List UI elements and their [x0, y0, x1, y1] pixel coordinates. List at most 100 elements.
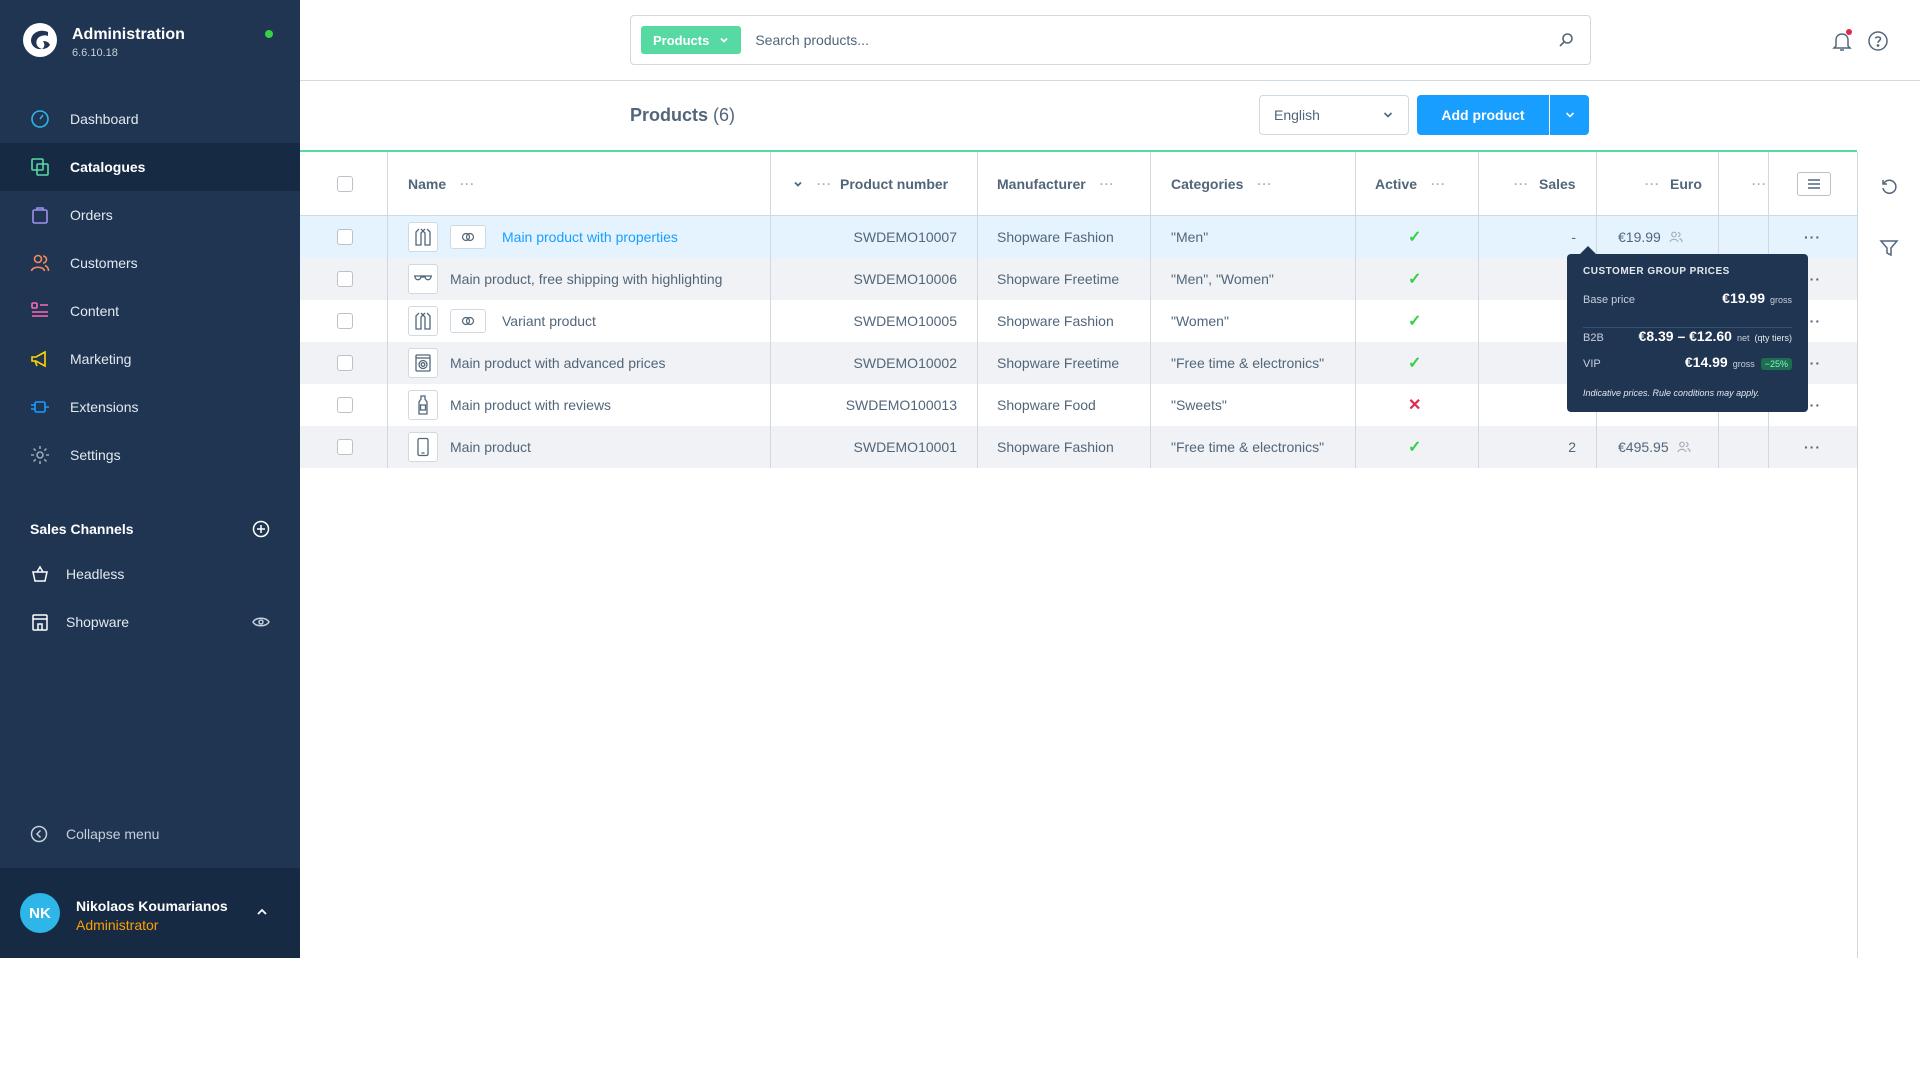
search-input[interactable] [755, 32, 1546, 48]
column-header-product-number[interactable]: ··· Product number [793, 152, 948, 216]
bottle-icon [413, 395, 433, 415]
sidebar-item-label: Marketing [70, 351, 132, 367]
table-row[interactable]: Main product SWDEMO10001 Shopware Fashion "… [300, 426, 1857, 468]
active-cell: ✓ [1408, 258, 1421, 300]
row-actions-menu-icon[interactable]: ··· [1804, 229, 1821, 245]
column-header-sales[interactable]: ··· Sales [1514, 152, 1576, 216]
chevron-down-icon [720, 37, 728, 43]
row-checkbox[interactable] [337, 439, 353, 455]
row-checkbox[interactable] [337, 397, 353, 413]
language-select[interactable]: English [1259, 95, 1409, 135]
sales-channel-shopware[interactable]: Shopware [30, 612, 270, 632]
tooltip-unit: gross [1769, 295, 1792, 305]
sales-channel-headless[interactable]: Headless [30, 564, 270, 584]
column-title: Categories [1171, 176, 1244, 192]
column-settings-button[interactable] [1797, 172, 1831, 196]
add-product-menu-button[interactable] [1550, 95, 1589, 135]
customer-group-price-icon[interactable] [1677, 441, 1691, 453]
sidebar-item-dashboard[interactable]: Dashboard [0, 95, 300, 143]
online-status-indicator [265, 30, 273, 38]
refresh-icon[interactable] [1879, 176, 1899, 196]
jacket-icon [413, 227, 433, 247]
sidebar-item-catalogues[interactable]: Catalogues [0, 143, 300, 191]
tooltip-label: VIP [1583, 358, 1601, 370]
filter-icon[interactable] [1879, 238, 1899, 258]
categories: "Men" [1171, 229, 1209, 245]
column-menu-icon[interactable]: ··· [1514, 177, 1529, 191]
customer-group-price-icon[interactable] [1669, 231, 1683, 243]
column-header-manufacturer[interactable]: Manufacturer ··· [997, 152, 1115, 216]
sunglasses-icon [413, 269, 433, 289]
variant-link-icon [461, 232, 475, 242]
manufacturer: Shopware Fashion [997, 229, 1114, 245]
column-header-euro[interactable]: ··· Euro [1645, 152, 1702, 216]
product-name: Main product with advanced prices [450, 355, 666, 371]
categories-cell: "Women" [1171, 300, 1229, 342]
collapse-menu-button[interactable]: Collapse menu [30, 825, 159, 843]
sales-channel-label: Headless [66, 566, 125, 582]
sidebar-item-label: Settings [70, 447, 121, 463]
column-header-extra[interactable]: ··· [1752, 152, 1767, 216]
row-checkbox[interactable] [337, 313, 353, 329]
table-row[interactable]: Main product with properties SWDEMO10007 S… [300, 216, 1857, 258]
variant-badge[interactable] [450, 309, 486, 333]
column-menu-icon[interactable]: ··· [1257, 177, 1272, 191]
help-icon[interactable] [1867, 30, 1889, 52]
sidebar-item-marketing[interactable]: Marketing [0, 335, 300, 383]
sidebar-item-label: Orders [70, 207, 113, 223]
tooltip-label: Base price [1583, 294, 1635, 306]
tooltip-label: B2B [1583, 332, 1604, 344]
column-menu-icon[interactable]: ··· [1645, 177, 1660, 191]
search-type-select[interactable]: Products [641, 26, 742, 54]
list-icon [1808, 179, 1820, 189]
add-sales-channel-icon[interactable] [252, 520, 270, 538]
search-type-label: Products [653, 32, 710, 48]
sidebar-item-customers[interactable]: Customers [0, 239, 300, 287]
row-checkbox[interactable] [337, 229, 353, 245]
sidebar-item-settings[interactable]: Settings [0, 431, 300, 479]
sidebar-item-label: Content [70, 303, 120, 319]
row-checkbox[interactable] [337, 355, 353, 371]
active-cell: ✕ [1408, 384, 1421, 426]
chevron-up-icon[interactable] [255, 905, 269, 919]
column-menu-icon[interactable]: ··· [460, 177, 475, 191]
sidebar-item-orders[interactable]: Orders [0, 191, 300, 239]
manufacturer: Shopware Fashion [997, 313, 1114, 329]
column-title: Active [1375, 176, 1418, 192]
column-header-name[interactable]: Name ··· [408, 152, 475, 216]
user-bar[interactable]: NK Nikolaos Koumarianos Administrator [0, 868, 300, 958]
brand[interactable]: Administration 6.6.10.18 [22, 22, 185, 59]
sidebar-panel-divider [1857, 152, 1858, 958]
column-menu-icon[interactable]: ··· [1752, 177, 1767, 191]
sidebar-item-label: Extensions [70, 399, 139, 415]
product-number-cell: SWDEMO10002 [854, 342, 957, 384]
column-menu-icon[interactable]: ··· [817, 177, 832, 191]
row-checkbox[interactable] [337, 271, 353, 287]
product-name[interactable]: Main product with properties [502, 229, 678, 245]
product-number-cell: SWDEMO10001 [854, 426, 957, 468]
column-menu-icon[interactable]: ··· [1100, 177, 1115, 191]
column-header-active[interactable]: Active ··· [1375, 152, 1446, 216]
manufacturer-cell: Shopware Fashion [997, 426, 1114, 468]
sidebar-item-extensions[interactable]: Extensions [0, 383, 300, 431]
column-header-categories[interactable]: Categories ··· [1171, 152, 1272, 216]
tooltip-value: €19.99 [1722, 290, 1765, 306]
product-name: Main product, free shipping with highlig… [450, 271, 723, 287]
sales-cell: - [1571, 216, 1576, 258]
variant-badge[interactable] [450, 225, 486, 249]
tooltip-note: (qty tiers) [1754, 333, 1792, 343]
search-icon[interactable] [1558, 32, 1574, 48]
sort-desc-icon[interactable] [793, 179, 803, 189]
eye-icon[interactable] [252, 616, 270, 628]
content-list-icon [30, 301, 50, 321]
row-actions-menu-icon[interactable]: ··· [1804, 439, 1821, 455]
sales-channels-title: Sales Channels [30, 521, 134, 537]
sidebar-item-content[interactable]: Content [0, 287, 300, 335]
tooltip-row-b2b: B2B €8.39 – €12.60 net (qty tiers) [1583, 328, 1792, 344]
column-menu-icon[interactable]: ··· [1431, 177, 1446, 191]
active-check-icon: ✓ [1408, 271, 1422, 288]
add-product-button[interactable]: Add product [1417, 95, 1549, 135]
select-all-checkbox[interactable] [337, 176, 353, 192]
column-divider [387, 152, 388, 468]
row-actions-cell: ··· [1804, 426, 1821, 468]
